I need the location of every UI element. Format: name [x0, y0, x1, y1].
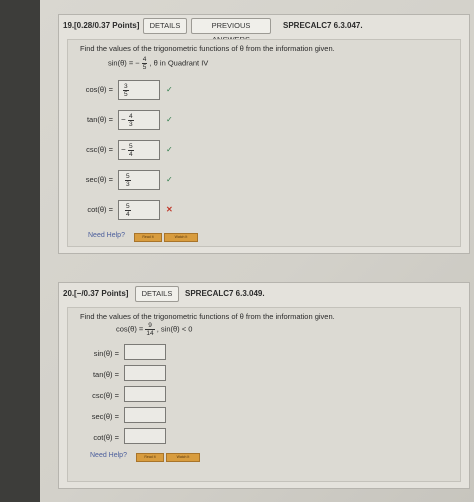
answer-label: sec(θ) = [91, 412, 119, 421]
answer-numerator: 4 [128, 113, 134, 121]
given-information: cos(θ) = 9 14 , sin(θ) < 0 [116, 322, 192, 337]
answer-input-sin[interactable] [124, 344, 166, 360]
question-20-body: Find the values of the trigonometric fun… [67, 307, 461, 482]
problem-code: SPRECALC7 6.3.047. [283, 21, 363, 30]
problem-code: SPRECALC7 6.3.049. [185, 289, 265, 298]
question-19-body: Find the values of the trigonometric fun… [67, 39, 461, 247]
answer-input-sec[interactable] [124, 407, 166, 423]
answer-label: csc(θ) = [86, 145, 113, 154]
given-numerator: 9 [145, 322, 155, 330]
correct-check-icon: ✓ [166, 175, 173, 184]
answer-label: tan(θ) = [92, 370, 119, 379]
details-button[interactable]: DETAILS [135, 286, 179, 302]
given-numerator: 4 [141, 56, 148, 64]
answer-input-cot[interactable] [124, 428, 166, 444]
answer-denominator: 4 [126, 211, 130, 218]
given-denominator: 5 [142, 64, 147, 71]
answer-fraction: 4 3 [128, 113, 134, 128]
question-19-header: 19. [0.28/0.37 Points] DETAILS PREVIOUS … [59, 15, 469, 44]
answer-input-csc[interactable] [124, 386, 166, 402]
answer-input-sec[interactable]: 5 3 [118, 170, 160, 190]
correct-check-icon: ✓ [166, 85, 173, 94]
answer-denominator: 3 [129, 121, 133, 128]
answer-label: cot(θ) = [93, 433, 119, 442]
answer-fraction: 5 3 [125, 173, 131, 188]
answer-numerator: 5 [128, 143, 134, 151]
answer-label: tan(θ) = [86, 115, 113, 124]
answer-input-tan[interactable] [124, 365, 166, 381]
question-20-panel: 20. [−/0.37 Points] DETAILS SPRECALC7 6.… [58, 282, 470, 489]
given-fraction: 9 14 [145, 322, 155, 337]
screen: 19. [0.28/0.37 Points] DETAILS PREVIOUS … [40, 0, 474, 502]
given-denominator: 14 [146, 330, 154, 337]
given-rhs: , sin(θ) < 0 [156, 324, 193, 334]
given-lhs: sin(θ) = − [108, 58, 140, 68]
answer-input-tan[interactable]: − 4 3 [118, 110, 160, 130]
question-19-panel: 19. [0.28/0.37 Points] DETAILS PREVIOUS … [58, 14, 470, 254]
given-rhs: , θ in Quadrant IV [149, 58, 209, 68]
question-20-header: 20. [−/0.37 Points] DETAILS SPRECALC7 6.… [59, 283, 469, 305]
question-prompt: Find the values of the trigonometric fun… [80, 312, 335, 321]
answer-fraction: 5 4 [128, 143, 134, 158]
answer-sign: − [121, 145, 126, 154]
incorrect-cross-icon: ✕ [166, 205, 173, 214]
need-help-label: Need Help? [88, 232, 125, 239]
read-it-button[interactable]: Read It [136, 453, 164, 462]
given-lhs: cos(θ) = [116, 324, 144, 334]
question-points: [0.28/0.37 Points] [74, 21, 140, 30]
watch-it-button[interactable]: Watch It [164, 233, 198, 242]
answer-denominator: 4 [129, 151, 133, 158]
answer-label: sin(θ) = [93, 349, 119, 358]
question-number: 20. [63, 289, 75, 298]
answer-denominator: 3 [126, 181, 130, 188]
answer-fraction: 3 5 [123, 83, 129, 98]
need-help-label: Need Help? [90, 452, 127, 459]
given-fraction: 4 5 [141, 56, 148, 71]
answer-denominator: 5 [124, 91, 128, 98]
watch-it-button[interactable]: Watch It [166, 453, 200, 462]
answer-numerator: 5 [125, 173, 131, 181]
answer-input-cot[interactable]: 5 4 [118, 200, 160, 220]
answer-label: sec(θ) = [85, 175, 113, 184]
answer-label: cot(θ) = [87, 205, 113, 214]
correct-check-icon: ✓ [166, 115, 173, 124]
answer-sign: − [121, 115, 126, 124]
correct-check-icon: ✓ [166, 145, 173, 154]
answer-label: csc(θ) = [92, 391, 119, 400]
question-prompt: Find the values of the trigonometric fun… [80, 44, 335, 53]
answer-fraction: 5 4 [125, 203, 131, 218]
question-points: [−/0.37 Points] [74, 289, 129, 298]
answer-input-cos[interactable]: 3 5 [118, 80, 160, 100]
question-number: 19. [63, 21, 75, 30]
details-button[interactable]: DETAILS [143, 18, 187, 34]
answer-input-csc[interactable]: − 5 4 [118, 140, 160, 160]
answer-label: cos(θ) = [85, 85, 113, 94]
answer-numerator: 3 [123, 83, 129, 91]
answer-numerator: 5 [125, 203, 131, 211]
given-information: sin(θ) = − 4 5 , θ in Quadrant IV [108, 56, 208, 71]
read-it-button[interactable]: Read It [134, 233, 162, 242]
previous-answers-button[interactable]: PREVIOUS ANSWERS [191, 18, 271, 44]
